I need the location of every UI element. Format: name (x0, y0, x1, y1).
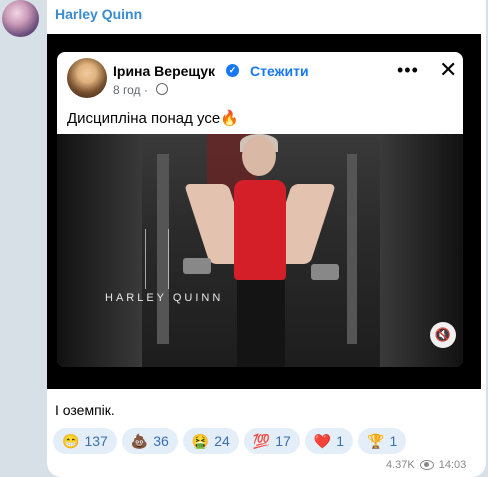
reaction-grin[interactable]: 😁 137 (53, 428, 117, 454)
message-bubble: Harley Quinn Ірина Верещук ✓ Стежити 8 г… (47, 0, 486, 477)
facebook-post-card: Ірина Верещук ✓ Стежити 8 год · ••• ✕ Ди… (57, 52, 463, 367)
message-text: І оземпік. (55, 402, 115, 418)
video-watermark: HARLEY QUINN (105, 292, 224, 304)
reaction-hundred[interactable]: 💯 17 (243, 428, 300, 454)
post-time: 8 год · (113, 83, 148, 97)
message-media-screenshot[interactable]: Ірина Верещук ✓ Стежити 8 год · ••• ✕ Ди… (47, 34, 481, 389)
reaction-trophy[interactable]: 🏆 1 (358, 428, 407, 454)
follow-link: Стежити (250, 63, 309, 79)
reaction-heart[interactable]: ❤️ 1 (304, 428, 354, 454)
globe-icon (156, 83, 168, 95)
reaction-poop[interactable]: 💩 36 (121, 428, 178, 454)
more-options-icon: ••• (397, 60, 419, 80)
message-meta: 4.37K 14:03 (386, 459, 466, 471)
person-head (242, 136, 276, 176)
hundred-emoji-icon: 💯 (252, 432, 271, 449)
eye-icon (419, 460, 434, 470)
post-author-avatar (67, 58, 107, 98)
post-video: HARLEY QUINN 🔇 (57, 134, 463, 367)
dumbbell-left (183, 258, 211, 274)
verified-badge-icon: ✓ (226, 64, 239, 77)
gym-machine-right (347, 154, 357, 344)
person-legs (237, 280, 285, 367)
poop-emoji-icon: 💩 (130, 432, 149, 449)
sender-name[interactable]: Harley Quinn (55, 6, 142, 22)
sender-avatar[interactable] (2, 0, 39, 37)
trophy-emoji-icon: 🏆 (367, 432, 385, 449)
close-icon: ✕ (439, 57, 458, 82)
video-blur-left (57, 134, 142, 367)
heart-emoji-icon: ❤️ (313, 432, 332, 449)
grin-emoji-icon: 😁 (62, 432, 80, 449)
dumbbell-right (311, 264, 339, 280)
post-text: Дисципліна понад усе🔥 (67, 110, 239, 127)
reaction-vomit[interactable]: 🤮 24 (182, 428, 239, 454)
reactions-bar: 😁 137 💩 36 🤮 24 💯 17 ❤️ 1 🏆 1 (53, 428, 407, 454)
view-count: 4.37K (386, 459, 415, 471)
vomit-emoji-icon: 🤮 (191, 432, 210, 449)
fire-icon: 🔥 (220, 110, 239, 127)
post-author-name: Ірина Верещук (113, 63, 216, 79)
mute-icon: 🔇 (430, 322, 456, 348)
person-red-top (234, 180, 286, 280)
watermark-logo-icon (145, 229, 169, 289)
message-time: 14:03 (438, 459, 467, 471)
